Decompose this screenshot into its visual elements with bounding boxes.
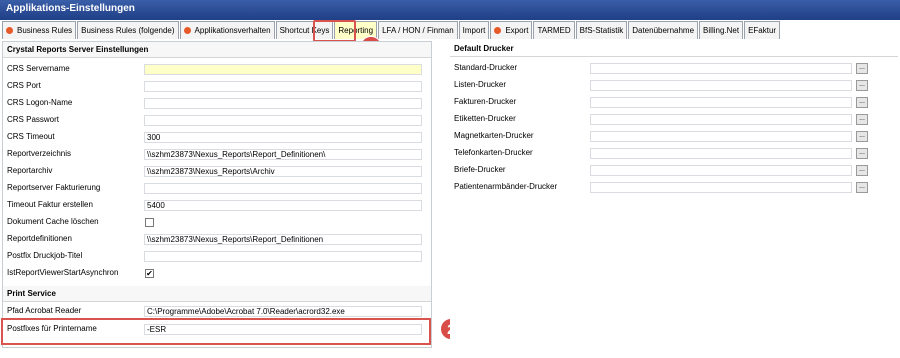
field-label: Pfad Acrobat Reader [7,306,82,315]
field-label: CRS Passwort [7,115,60,124]
field-label: CRS Port [7,81,41,90]
tab-label: TARMED [537,26,571,35]
tab-lfa-hon-finman[interactable]: LFA / HON / Finman [378,21,458,39]
tab-tarmed[interactable]: TARMED [533,21,575,39]
field-label: CRS Logon-Name [7,98,73,107]
tab-bar: Business Rules Business Rules (folgende)… [0,21,900,39]
status-dot-icon [183,27,191,34]
status-dot-icon [494,27,502,34]
left-panel: Crystal Reports Server Einstellungen CRS… [2,41,432,348]
tab-label: Applikationsverhalten [194,26,271,35]
section-print-service: Print Service [3,286,431,302]
field-label: Timeout Faktur erstellen [7,200,93,209]
printer-label: Briefe-Drucker [454,165,506,174]
section-crs: Crystal Reports Server Einstellungen [3,42,431,58]
printer-input[interactable] [590,114,852,125]
browse-button[interactable]: ... [856,63,868,74]
printer-label: Telefonkarten-Drucker [454,148,533,157]
tab-label: Export [505,26,529,35]
tab-label: Business Rules (folgende) [81,26,175,35]
printer-input[interactable] [590,182,852,193]
tab-label: Business Rules [17,26,73,35]
printer-label: Patientenarmbänder-Drucker [454,182,558,191]
tab-label: Datenübernahme [632,26,695,35]
tab-import[interactable]: Import [458,21,490,39]
tab-label: Import [462,26,486,35]
field-label: Reportverzeichnis [7,149,72,158]
tab-label: Billing.Net [703,26,740,35]
field-label: Dokument Cache löschen [7,217,99,226]
text-input[interactable] [144,64,422,75]
tab-efaktur[interactable]: EFaktur [744,21,781,39]
field-label: CRS Servername [7,64,70,73]
tab-billing-net[interactable]: Billing.Net [699,21,744,39]
field-label: Postfix Druckjob-Titel [7,251,83,260]
text-input[interactable] [144,81,422,92]
text-input[interactable]: \\szhm23873\Nexus_Reports\Archiv [144,166,422,177]
text-input[interactable] [144,251,422,262]
browse-button[interactable]: ... [856,97,868,108]
status-dot-icon [6,27,13,34]
browse-button[interactable]: ... [856,148,868,159]
tab-applikationsverhalten[interactable]: Applikationsverhalten [179,21,275,39]
printer-input[interactable] [590,131,852,142]
printer-label: Magnetkarten-Drucker [454,131,534,140]
field-label: Reportarchiv [7,166,53,175]
window-title: Applikations-Einstellungen [0,0,900,20]
tab-business-rules[interactable]: Business Rules [2,21,77,39]
browse-button[interactable]: ... [856,80,868,91]
printer-input[interactable] [590,63,852,74]
text-input[interactable]: \\szhm23873\Nexus_Reports\Report_Definit… [144,149,422,160]
tab-bfs-statistik[interactable]: BfS-Statistik [575,21,628,39]
field-label: Reportserver Fakturierung [7,183,101,192]
highlight-box [313,20,356,42]
printer-input[interactable] [590,97,852,108]
text-input[interactable]: C:\Programme\Adobe\Acrobat 7.0\Reader\ac… [144,306,422,317]
browse-button[interactable]: ... [856,114,868,125]
printer-label: Etiketten-Drucker [454,114,516,123]
section-default-drucker: Default Drucker [450,41,898,57]
text-input[interactable]: 5400 [144,200,422,211]
field-label: IstReportViewerStartAsynchron [7,268,119,277]
browse-button[interactable]: ... [856,182,868,193]
field-label: CRS Timeout [7,132,55,141]
field-label: Reportdefinitionen [7,234,72,243]
text-input[interactable] [144,183,422,194]
text-input[interactable]: 300 [144,132,422,143]
text-input[interactable] [144,115,422,126]
tab-business-rules-folgende[interactable]: Business Rules (folgende) [77,21,179,39]
printer-input[interactable] [590,148,852,159]
checkbox[interactable]: ✔ [145,269,154,278]
printer-input[interactable] [590,80,852,91]
printer-label: Fakturen-Drucker [454,97,517,106]
browse-button[interactable]: ... [856,165,868,176]
tab-datenuebernahme[interactable]: Datenübernahme [628,21,699,39]
browse-button[interactable]: ... [856,131,868,142]
printer-label: Listen-Drucker [454,80,507,89]
highlight-box [1,318,431,345]
tab-label: BfS-Statistik [579,26,624,35]
printer-label: Standard-Drucker [454,63,518,72]
text-input[interactable]: \\szhm23873\Nexus_Reports\Report_Definit… [144,234,422,245]
checkbox[interactable] [145,218,154,227]
tab-export[interactable]: Export [490,21,533,39]
tab-label: EFaktur [748,26,777,35]
printer-input[interactable] [590,165,852,176]
tab-label: LFA / HON / Finman [382,26,454,35]
right-panel: Default Drucker Standard-Drucker... Liste… [450,41,898,348]
text-input[interactable] [144,98,422,109]
